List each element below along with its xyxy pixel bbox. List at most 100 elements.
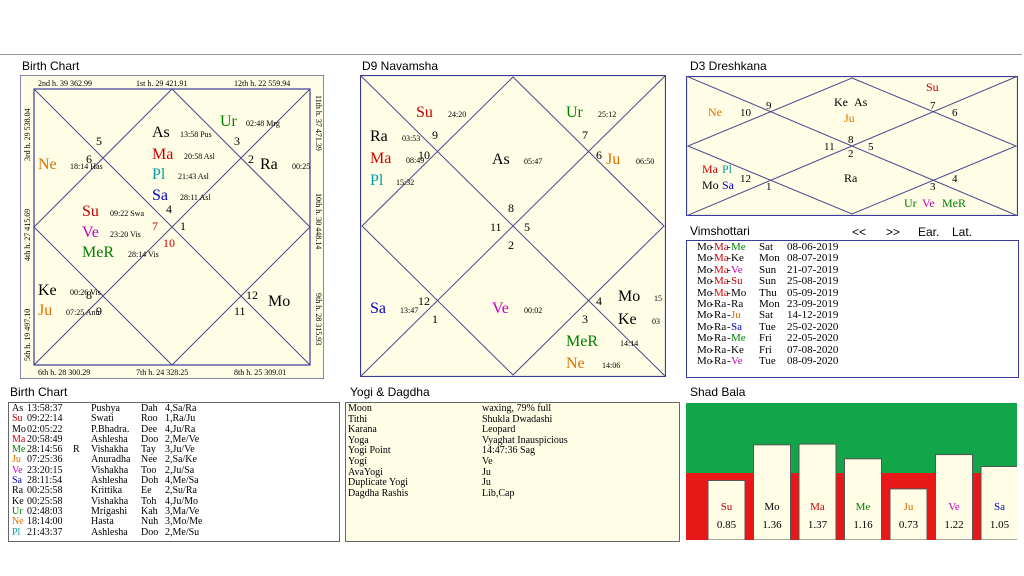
yogi-key: Moon [348,403,372,414]
shad-bala-value-label: 1.16 [853,519,873,531]
d9-planet-ma: Ma [370,150,391,167]
yogi-dagdha-title: Yogi & Dagdha [350,385,430,399]
dasha-date: 25-08-2019 [787,275,839,288]
d3-planet-pl: Pl [722,162,733,176]
rasi-planet-ju: Ju [38,302,52,319]
rasi-planet-ke-time: 00:26 Vis [70,288,101,297]
cell-nak: Ashlesha [91,526,128,538]
yogi-row: Moon waxing, 79% full [346,403,679,415]
shad-bala-planet-label: Ma [810,501,825,513]
dasha-date: 22-05-2020 [787,332,839,345]
rasi-planet-ur: Ur [220,113,238,130]
rasi-num-3: 3 [234,134,240,148]
vimshottari-next-button[interactable]: >> [886,225,900,239]
dasha-row[interactable]: Mo - Ra - Ve Tue 08-09-2020 [687,354,1018,367]
dasha-planet-c: Me [731,332,746,345]
d9-planet-ne-time: 14:06 [602,361,620,370]
d9-planet-sa-time: 13:47 [400,306,418,315]
vimshottari-prev-button[interactable]: << [852,225,866,239]
dasha-row[interactable]: Mo - Ra - Me Fri 22-05-2020 [687,332,1018,345]
shad-bala-planet-label: Mo [764,501,780,513]
cell-x: Doo [141,526,159,538]
d3-chart-svg[interactable]: 9 10 7 6 8 11 5 2 12 1 3 4 Su Ne Ke As J… [686,76,1018,216]
d9-chart-svg[interactable]: 11 5 8 2 7 6 9 10 12 1 3 4 Su 24:20 Ur 2… [360,75,666,377]
d3-planet-ur: Ur [904,196,917,210]
d9-num-12: 12 [418,294,430,308]
d9-planet-ju-time: 06:50 [636,157,654,166]
d3-planet-ma: Ma [702,162,719,176]
dasha-row[interactable]: Mo - Ma - Su Sun 25-08-2019 [687,275,1018,288]
d3-planet-ju: Ju [844,111,855,125]
d9-num-8: 8 [508,201,514,215]
dasha-day: Sun [759,275,777,288]
dasha-date: 08-09-2020 [787,354,839,367]
d9-planet-ur-time: 25:12 [598,110,616,119]
d3-planet-as: As [854,95,868,109]
shad-bala-chart: Su 0.85 Mo 1.36 Ma 1.37 Me 1.16 Ju 0.73 Ve 1.22 Sa 1.… [686,403,1017,540]
d9-num-7: 7 [582,128,588,142]
birth-details-table: As 13:58:37 Pushya Dah 4,Sa/Ra Su 09:22:14 Swat… [8,402,340,542]
d3-num-11: 11 [824,141,835,153]
d3-num-4: 4 [952,173,958,185]
d9-planet-su-time: 24:20 [448,110,466,119]
shad-bala-value-label: 1.37 [808,519,828,531]
house-3-label: 3rd h. 29 538.04 [23,108,32,161]
shad-bala-planet-label: Ve [948,501,960,513]
shad-bala-value-label: 0.73 [899,519,919,531]
d9-planet-mo-time: 15 [654,294,662,303]
d3-num-6: 6 [952,107,958,119]
cell-time: 21:43:37 [27,526,63,538]
rasi-planet-ra: Ra [260,156,278,173]
d9-num-2: 2 [508,238,514,252]
rasi-planet-su-time: 09:22 Swa [110,209,144,218]
cell-pada: 2,Me/Su [165,526,200,538]
dasha-day: Tue [759,354,776,367]
cell-r: R [73,444,80,456]
birth-chart-svg[interactable]: 2nd h. 39 362.99 1st h. 29 421.91 12th h… [20,75,324,379]
rasi-planet-as-time: 13:58 Pus [180,130,212,139]
rasi-num-11: 11 [234,304,246,318]
house-7-label: 7th h. 24 328.25 [136,368,188,377]
rasi-planet-sa-time: 28:11 Asl [180,193,211,202]
rasi-planet-mer: MeR [82,244,114,261]
d9-planet-ke-time: 03 [652,317,660,326]
yogi-row: Dagdha Rashis Lib,Cap [346,488,679,500]
house-4-label: 4th h. 27 415.69 [23,209,32,261]
shad-bala-value-label: 0.85 [717,519,737,531]
d3-num-5: 5 [868,141,874,153]
shad-bala-planet-label: Su [721,501,733,513]
rasi-planet-as: As [152,124,170,141]
d3-planet-ra: Ra [844,171,858,185]
rasi-planet-ra-time: 00:25 [292,162,310,171]
vimshottari-title: Vimshottari [690,224,750,238]
rasi-num-1: 1 [180,219,186,233]
d9-num-3: 3 [582,312,588,326]
d9-navamsha-title: D9 Navamsha [362,59,439,73]
house-9-label: 9th h. 28 315.93 [314,293,323,345]
birth-table-title: Birth Chart [10,385,68,399]
d9-num-11: 11 [490,220,502,234]
d9-planet-ve: Ve [492,300,509,317]
rasi-planet-sa: Sa [152,187,168,204]
d3-planet-ke: Ke [834,95,848,109]
vimshottari-later-button[interactable]: Lat. [952,225,972,239]
rasi-planet-pl-time: 21:43 Asl [178,172,210,181]
vimshottari-list[interactable]: Mo - Ma - Me Sat 08-06-2019 Mo - Ma - Ke Mon 08-07-20… [686,240,1019,378]
rasi-planet-ma-time: 20:58 Asl [184,152,216,161]
d9-planet-sa: Sa [370,300,386,317]
d3-planet-su: Su [926,80,939,94]
vimshottari-earlier-button[interactable]: Ear. [918,225,939,239]
d3-num-3: 3 [930,181,936,193]
d9-planet-ne: Ne [566,355,585,372]
d3-num-1: 1 [766,181,772,193]
rasi-planet-ve: Ve [82,224,99,241]
rasi-num-10: 10 [163,236,175,250]
d3-planet-mer: MeR [942,196,966,210]
d3-planet-ve: Ve [922,196,935,210]
birth-chart-title: Birth Chart [22,59,80,73]
d3-num-7: 7 [930,100,936,112]
rasi-planet-ne: Ne [38,156,57,173]
house-12-label: 12th h. 22 559.94 [234,79,290,88]
d9-planet-mer: MeR [566,333,598,350]
dasha-planet-b: Ra [714,332,727,345]
